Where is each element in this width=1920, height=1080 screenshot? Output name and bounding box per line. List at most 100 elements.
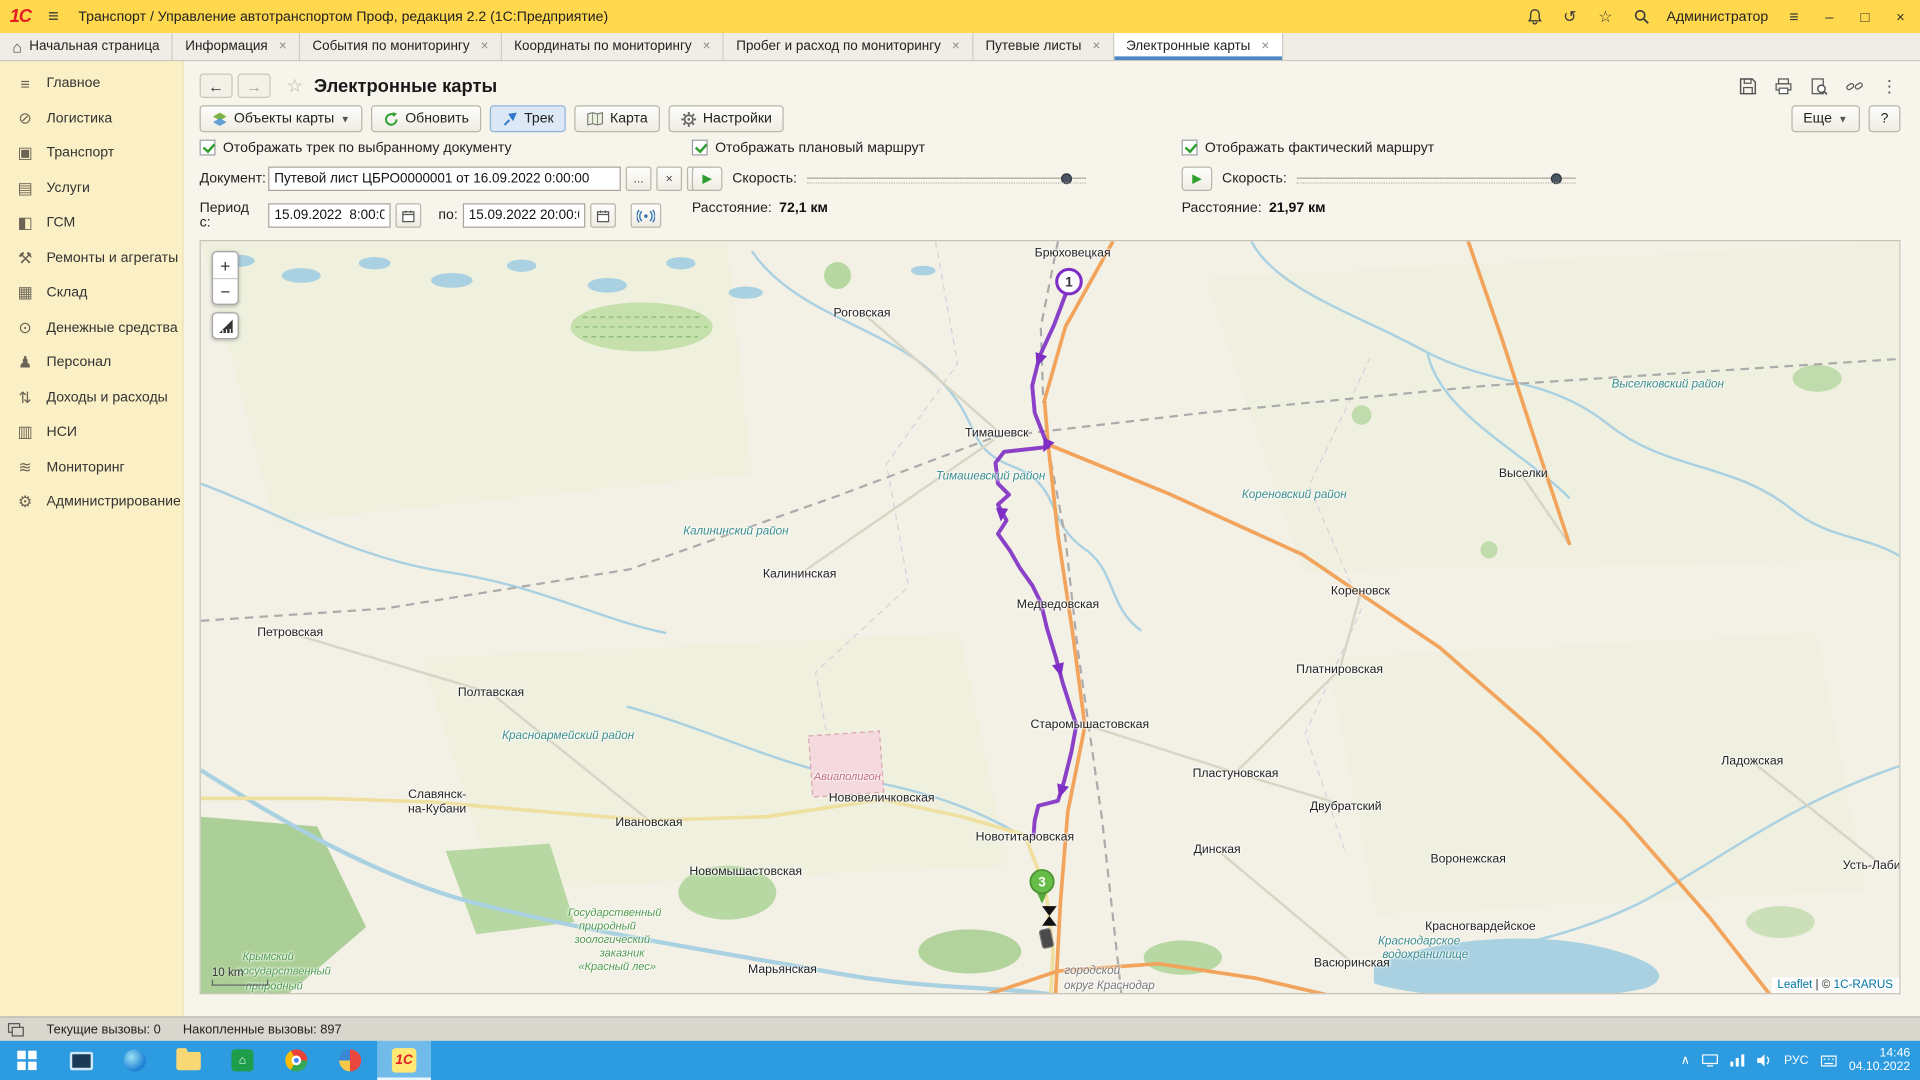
taskbar-store-icon[interactable]: ⌂ — [216, 1041, 270, 1080]
tray-network-icon[interactable] — [1730, 1054, 1745, 1066]
search-icon[interactable] — [1631, 7, 1651, 27]
taskbar-explorer-icon[interactable] — [54, 1041, 108, 1080]
measure-tool-button[interactable] — [212, 312, 239, 339]
leaflet-link[interactable]: Leaflet — [1777, 978, 1812, 991]
more-vertical-icon[interactable]: ⋮ — [1878, 75, 1900, 97]
tab-home[interactable]: ⌂ Начальная страница — [0, 33, 173, 60]
map-objects-button[interactable]: Объекты карты ▼ — [200, 105, 363, 132]
tray-display-icon[interactable] — [1702, 1054, 1718, 1066]
sidebar-item-services[interactable]: ▤Услуги — [0, 171, 182, 206]
track-button[interactable]: Трек — [490, 105, 566, 132]
tab-close-icon[interactable]: × — [279, 39, 287, 54]
link-icon[interactable] — [1843, 75, 1865, 97]
forward-button[interactable]: → — [238, 73, 271, 97]
tab-close-icon[interactable]: × — [703, 39, 711, 54]
taskbar-chrome-icon[interactable] — [269, 1041, 323, 1080]
vendor-link[interactable]: 1C-RARUS — [1834, 978, 1893, 991]
nsi-icon: ▥ — [15, 423, 36, 443]
sidebar-item-personnel[interactable]: ♟Персонал — [0, 345, 182, 380]
planned-distance-value: 72,1 км — [779, 201, 828, 216]
tab-close-icon[interactable]: × — [1092, 39, 1100, 54]
dropdown-caret-icon: ▼ — [340, 113, 350, 124]
help-button[interactable]: ? — [1869, 105, 1901, 132]
minimize-button[interactable]: – — [1820, 8, 1840, 25]
sidebar-item-administration[interactable]: ⚙Администрирование — [0, 485, 182, 520]
history-icon[interactable]: ↺ — [1560, 7, 1580, 27]
period-to-calendar-button[interactable] — [590, 203, 616, 227]
folder-icon — [176, 1051, 200, 1069]
slider-thumb[interactable] — [1061, 173, 1072, 184]
taskbar-1c-icon[interactable]: 1С — [377, 1041, 431, 1080]
tab-close-icon[interactable]: × — [1261, 39, 1269, 54]
slider-thumb[interactable] — [1551, 173, 1562, 184]
close-button[interactable]: × — [1891, 8, 1911, 25]
show-planned-route-checkbox[interactable] — [692, 140, 708, 156]
track-arrow-icon — [502, 111, 518, 127]
tab-mileage-fuel[interactable]: Пробег и расход по мониторингу × — [724, 33, 973, 60]
sidebar-item-logistics[interactable]: ⊘Логистика — [0, 101, 182, 136]
tab-close-icon[interactable]: × — [952, 39, 960, 54]
favorites-star-icon[interactable]: ☆ — [1596, 7, 1616, 27]
actual-play-button[interactable]: ▶ — [1182, 167, 1213, 191]
sidebar-item-money[interactable]: ⊙Денежные средства — [0, 310, 182, 345]
planned-speed-slider[interactable] — [807, 169, 1086, 189]
main-menu-icon[interactable]: ≡ — [48, 6, 59, 27]
save-icon[interactable] — [1736, 75, 1758, 97]
current-user[interactable]: Администратор — [1667, 9, 1769, 24]
planned-play-button[interactable]: ▶ — [692, 167, 723, 191]
favorite-star-icon[interactable]: ☆ — [287, 75, 303, 97]
period-from-calendar-button[interactable] — [396, 203, 422, 227]
sidebar-item-fuel[interactable]: ◧ГСМ — [0, 206, 182, 241]
zoom-out-button[interactable]: − — [213, 278, 237, 304]
sidebar-item-income-expenses[interactable]: ⇅Доходы и расходы — [0, 380, 182, 415]
sidebar-item-repairs[interactable]: ⚒Ремонты и агрегаты — [0, 241, 182, 276]
notifications-bell-icon[interactable] — [1525, 7, 1545, 27]
sidebar-item-nsi[interactable]: ▥НСИ — [0, 415, 182, 450]
refresh-button[interactable]: Обновить — [371, 105, 481, 132]
taskbar-edge-icon[interactable] — [108, 1041, 162, 1080]
tab-information[interactable]: Информация × — [173, 33, 300, 60]
sidebar-item-monitoring[interactable]: ≋Мониторинг — [0, 450, 182, 485]
monitoring-signal-button[interactable] — [630, 203, 661, 227]
track-start-marker[interactable]: 1 — [1057, 269, 1081, 293]
tab-monitoring-events[interactable]: События по мониторингу × — [300, 33, 502, 60]
taskbar-clock[interactable]: 14:46 04.10.2022 — [1849, 1047, 1910, 1074]
more-button[interactable]: Еще ▼ — [1791, 105, 1860, 132]
taskbar-folder-icon[interactable] — [162, 1041, 216, 1080]
actual-speed-slider[interactable] — [1297, 169, 1576, 189]
sidebar-item-warehouse[interactable]: ▦Склад — [0, 276, 182, 311]
back-button[interactable]: ← — [200, 73, 233, 97]
zoom-in-button[interactable]: + — [213, 252, 237, 278]
sidebar-item-main[interactable]: ≡Главное — [0, 66, 182, 101]
user-menu-icon[interactable]: ≡ — [1784, 7, 1804, 27]
svg-text:1: 1 — [1065, 275, 1073, 290]
preview-icon[interactable] — [1807, 75, 1829, 97]
show-track-checkbox[interactable] — [200, 140, 216, 156]
document-choose-button[interactable]: ... — [626, 167, 652, 191]
map-canvas[interactable]: 1 3 — [201, 241, 1901, 994]
tab-waybills[interactable]: Путевые листы × — [973, 33, 1114, 60]
sidebar-item-transport[interactable]: ▣Транспорт — [0, 136, 182, 171]
print-icon[interactable] — [1772, 75, 1794, 97]
period-to-input[interactable] — [463, 203, 585, 227]
touch-keyboard-icon[interactable] — [1821, 1055, 1837, 1066]
layers-icon — [212, 111, 228, 127]
map-button[interactable]: Карта — [575, 105, 660, 132]
document-input[interactable] — [268, 167, 621, 191]
tab-electronic-maps[interactable]: Электронные карты × — [1114, 33, 1283, 60]
tray-volume-icon[interactable] — [1757, 1054, 1772, 1066]
start-button[interactable] — [0, 1041, 54, 1080]
show-actual-route-checkbox[interactable] — [1182, 140, 1198, 156]
tab-monitoring-coordinates[interactable]: Координаты по мониторингу × — [502, 33, 724, 60]
tray-expand-icon[interactable]: ∧ — [1681, 1054, 1690, 1067]
document-clear-button[interactable]: × — [656, 167, 682, 191]
app-icon — [339, 1049, 361, 1071]
maximize-button[interactable]: □ — [1855, 8, 1875, 25]
map-container[interactable]: 1 3 БрюховецкаяРоговскаяТимашевскВыселки… — [200, 240, 1901, 994]
tab-close-icon[interactable]: × — [481, 39, 489, 54]
taskbar-app-icon[interactable] — [323, 1041, 377, 1080]
period-from-input[interactable] — [268, 203, 390, 227]
1c-logo-icon: 1С — [10, 6, 31, 27]
language-indicator[interactable]: РУС — [1784, 1054, 1809, 1067]
settings-button[interactable]: Настройки — [669, 105, 785, 132]
